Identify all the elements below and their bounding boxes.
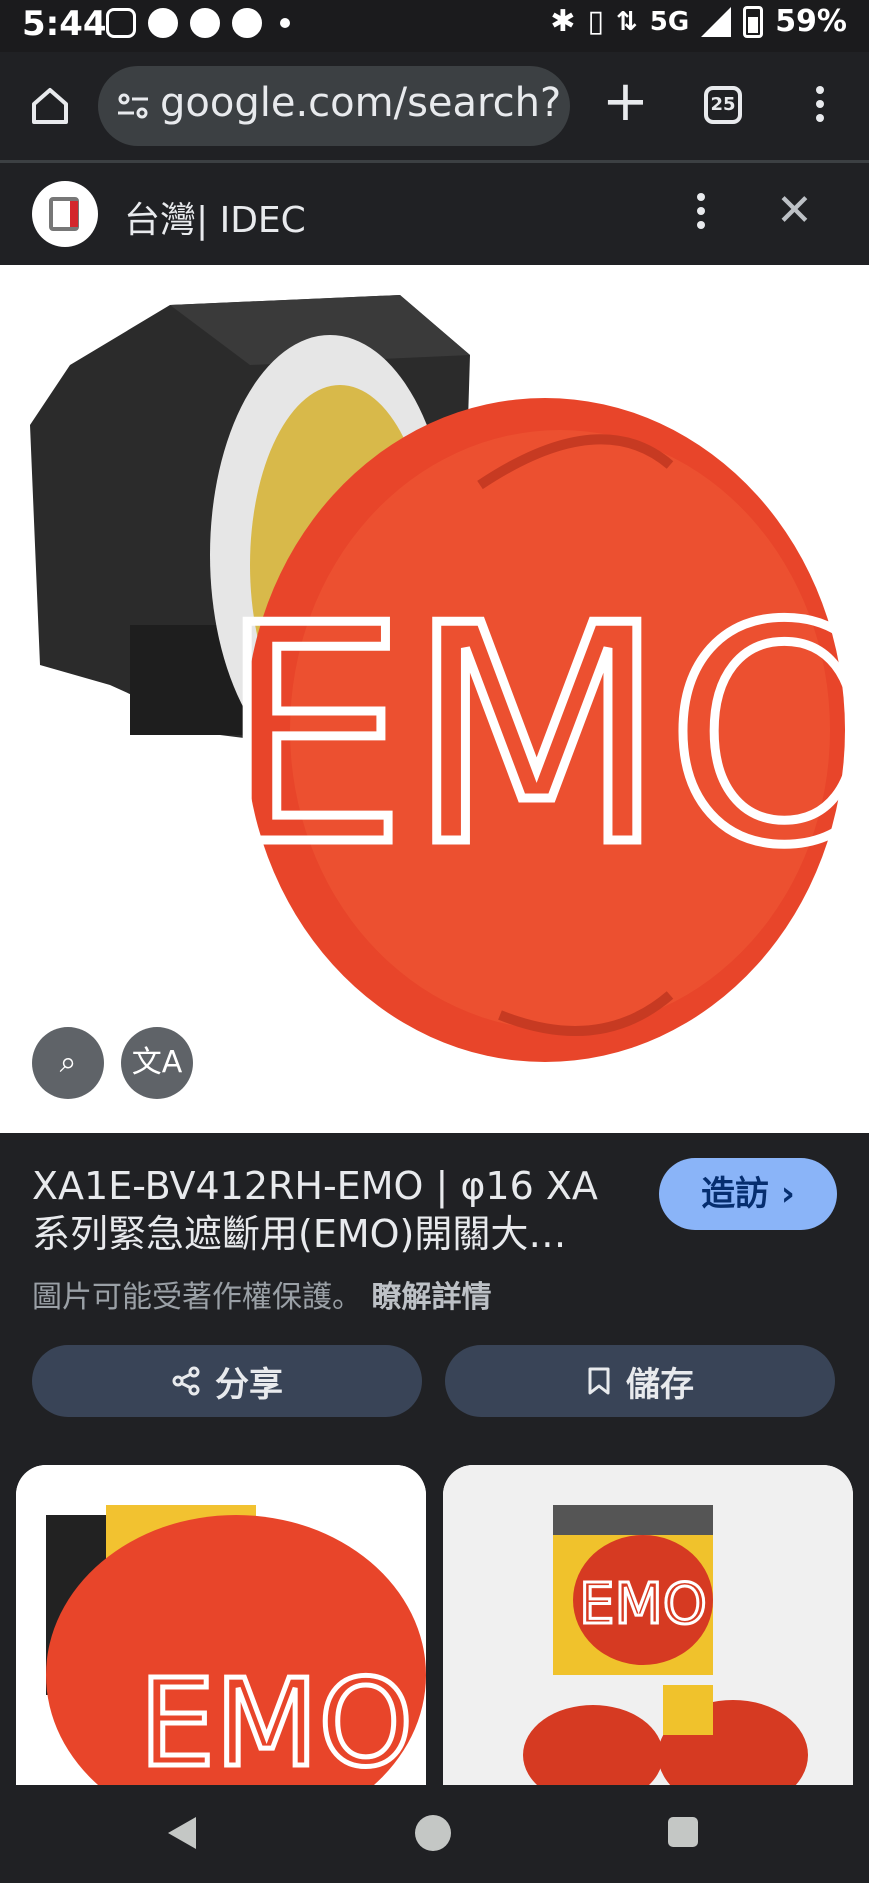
chevron-right-icon: › [780, 1174, 795, 1214]
related-picture-1: EMO [16, 1465, 426, 1785]
battery-icon [743, 5, 764, 38]
clock: 5:44 [22, 4, 107, 44]
battery-percent: 59% [775, 4, 847, 39]
volte-icon: ⇅ [615, 6, 638, 37]
share-label: 分享 [215, 1364, 283, 1405]
related-image-1[interactable]: EMO [16, 1465, 426, 1785]
line-icon [148, 8, 178, 38]
translate-icon[interactable]: 文A [121, 1027, 193, 1099]
url-text[interactable]: google.com/search?c [160, 80, 560, 126]
site-favicon [32, 181, 98, 247]
back-icon[interactable] [168, 1817, 196, 1849]
bookmark-icon [588, 1367, 610, 1395]
fire-icon [232, 8, 262, 38]
notification-icons [106, 8, 290, 38]
more-options-icon[interactable] [695, 193, 707, 235]
system-icons: ✱ ▯ ⇅ 5G 59% [550, 4, 847, 39]
dot-icon [280, 18, 290, 28]
system-nav-bar [0, 1785, 869, 1883]
thumb1-label: EMO [139, 1655, 413, 1785]
instagram-icon [106, 8, 136, 38]
source-header: 台灣| IDEC ✕ [0, 163, 869, 265]
thumb2-label: EMO [579, 1572, 707, 1637]
new-tab-button[interactable]: + [602, 74, 649, 130]
share-button[interactable]: 分享 [32, 1345, 422, 1417]
lens-search-icon[interactable]: ⌕ [32, 1027, 104, 1099]
overflow-menu-icon[interactable] [815, 86, 825, 126]
close-icon[interactable]: ✕ [776, 185, 813, 236]
image-title[interactable]: XA1E-BV412RH-EMO | φ16 XA 系列緊急遮斷用(EMO)開關… [32, 1162, 632, 1258]
share-icon [172, 1366, 200, 1396]
address-bar[interactable]: google.com/search?c [98, 66, 570, 146]
emo-button-picture: EMO [0, 265, 869, 1133]
save-button[interactable]: 儲存 [445, 1345, 835, 1417]
home-nav-icon[interactable] [415, 1815, 451, 1851]
browser-toolbar: google.com/search?c + 25 [0, 52, 869, 163]
vibrate-icon: ▯ [587, 4, 604, 39]
tab-switcher-button[interactable]: 25 [704, 86, 742, 124]
related-picture-2: EMO [443, 1465, 853, 1785]
copyright-text: 圖片可能受著作權保護。 [32, 1280, 362, 1315]
main-image[interactable]: EMO ⌕ 文A [0, 265, 869, 1133]
emo-label: EMO [218, 562, 869, 911]
related-image-2[interactable]: EMO [443, 1465, 853, 1785]
recents-icon[interactable] [668, 1817, 698, 1847]
signal-icon [701, 6, 732, 37]
save-label: 儲存 [626, 1364, 694, 1405]
bluetooth-icon: ✱ [550, 4, 576, 39]
network-type: 5G [649, 6, 690, 37]
copyright-notice: 圖片可能受著作權保護。 瞭解詳情 [32, 1272, 492, 1316]
status-bar: 5:44 ✱ ▯ ⇅ 5G 59% [0, 0, 869, 52]
source-title[interactable]: 台灣| IDEC [124, 191, 306, 243]
site-settings-icon[interactable] [116, 92, 150, 120]
visit-label: 造訪 [701, 1174, 770, 1214]
home-icon[interactable] [28, 84, 72, 128]
facebook-icon [190, 8, 220, 38]
visit-button[interactable]: 造訪 › [659, 1158, 837, 1230]
learn-more-link[interactable]: 瞭解詳情 [372, 1280, 492, 1315]
